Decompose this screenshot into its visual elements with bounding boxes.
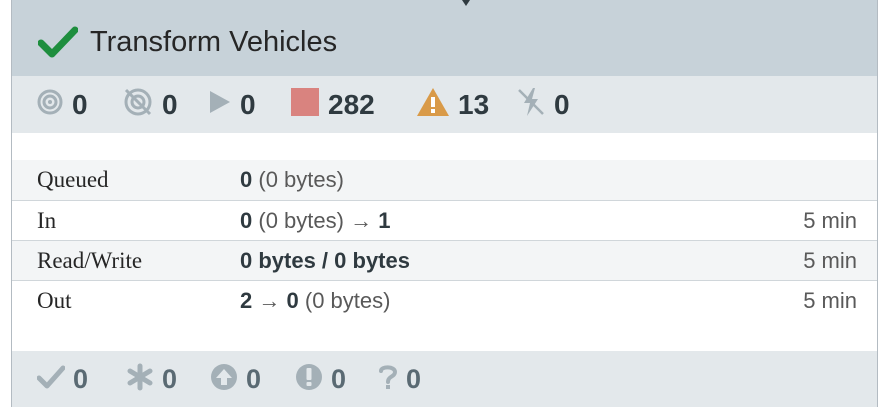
stopped-transmitting-stat: 0 [122,76,178,133]
stats-value: 0 (0 bytes) [240,167,344,192]
stale-stat: 0 [210,351,261,407]
stats-label: Queued [37,167,109,192]
stats-row-out: Out 2 → 0 (0 bytes) 5 min [12,280,877,320]
play-icon [208,89,232,120]
up-to-date-count: 0 [73,364,89,394]
stats-value: 0 bytes / 0 bytes [240,248,410,273]
stats-time: 5 min [803,208,857,233]
invalid-count: 13 [458,89,490,120]
valid-check-icon [37,26,79,63]
invalid-stat: 13 [416,76,489,133]
not-transmitting-count: 0 [162,89,178,120]
stopped-stat: 282 [290,76,375,133]
stats-row-read-write: Read/Write 0 bytes / 0 bytes 5 min [12,240,877,280]
stats-value: 0 (0 bytes) → 1 [240,208,391,233]
connection-pointer-icon [462,0,470,6]
stats-row-queued: Queued 0 (0 bytes) [12,160,877,200]
sync-failure-stat: 0 [295,351,346,407]
unknown-count: 0 [406,364,422,394]
stats-label: Read/Write [37,248,143,273]
locally-modified-count: 0 [162,364,178,394]
locally-modified-stat: 0 [126,351,177,407]
up-to-date-stat: 0 [36,351,89,407]
stop-icon [290,87,320,122]
status-bar: 0 0 0 282 13 0 [12,76,877,133]
asterisk-icon [126,363,154,396]
version-control-footer: 0 0 0 0 0 [12,351,877,407]
stopped-count: 282 [328,89,375,120]
running-count: 0 [72,89,88,120]
section-spacer [12,133,877,160]
disabled-stat: 0 [516,76,570,133]
processor-title: Transform Vehicles [90,26,338,58]
warning-icon [416,87,450,122]
running-stat: 0 [36,76,88,133]
stats-time: 5 min [803,248,857,273]
play-stat: 0 [208,76,256,133]
disabled-bolt-icon [516,86,546,123]
exclamation-circle-icon [295,363,323,396]
stale-count: 0 [246,364,262,394]
stats-row-in: In 0 (0 bytes) → 1 5 min [12,200,877,240]
disabled-count: 0 [554,89,570,120]
unknown-stat: 0 [378,351,421,407]
stats-label: Out [37,288,72,313]
check-icon [36,365,66,394]
not-transmitting-icon [122,86,154,123]
stats-value: 2 → 0 (0 bytes) [240,288,391,313]
question-icon [378,363,398,396]
play-count: 0 [240,89,256,120]
sync-failure-count: 0 [331,364,347,394]
stale-up-arrow-icon [210,363,238,396]
stats-label: In [37,208,57,233]
processor-status-card: Transform Vehicles 0 0 0 282 13 0 Queued… [11,0,878,407]
target-icon [36,88,64,121]
stats-table: Queued 0 (0 bytes) In 0 (0 bytes) → 1 5 … [12,160,877,320]
card-header: Transform Vehicles [12,0,877,76]
stats-time: 5 min [803,288,857,313]
